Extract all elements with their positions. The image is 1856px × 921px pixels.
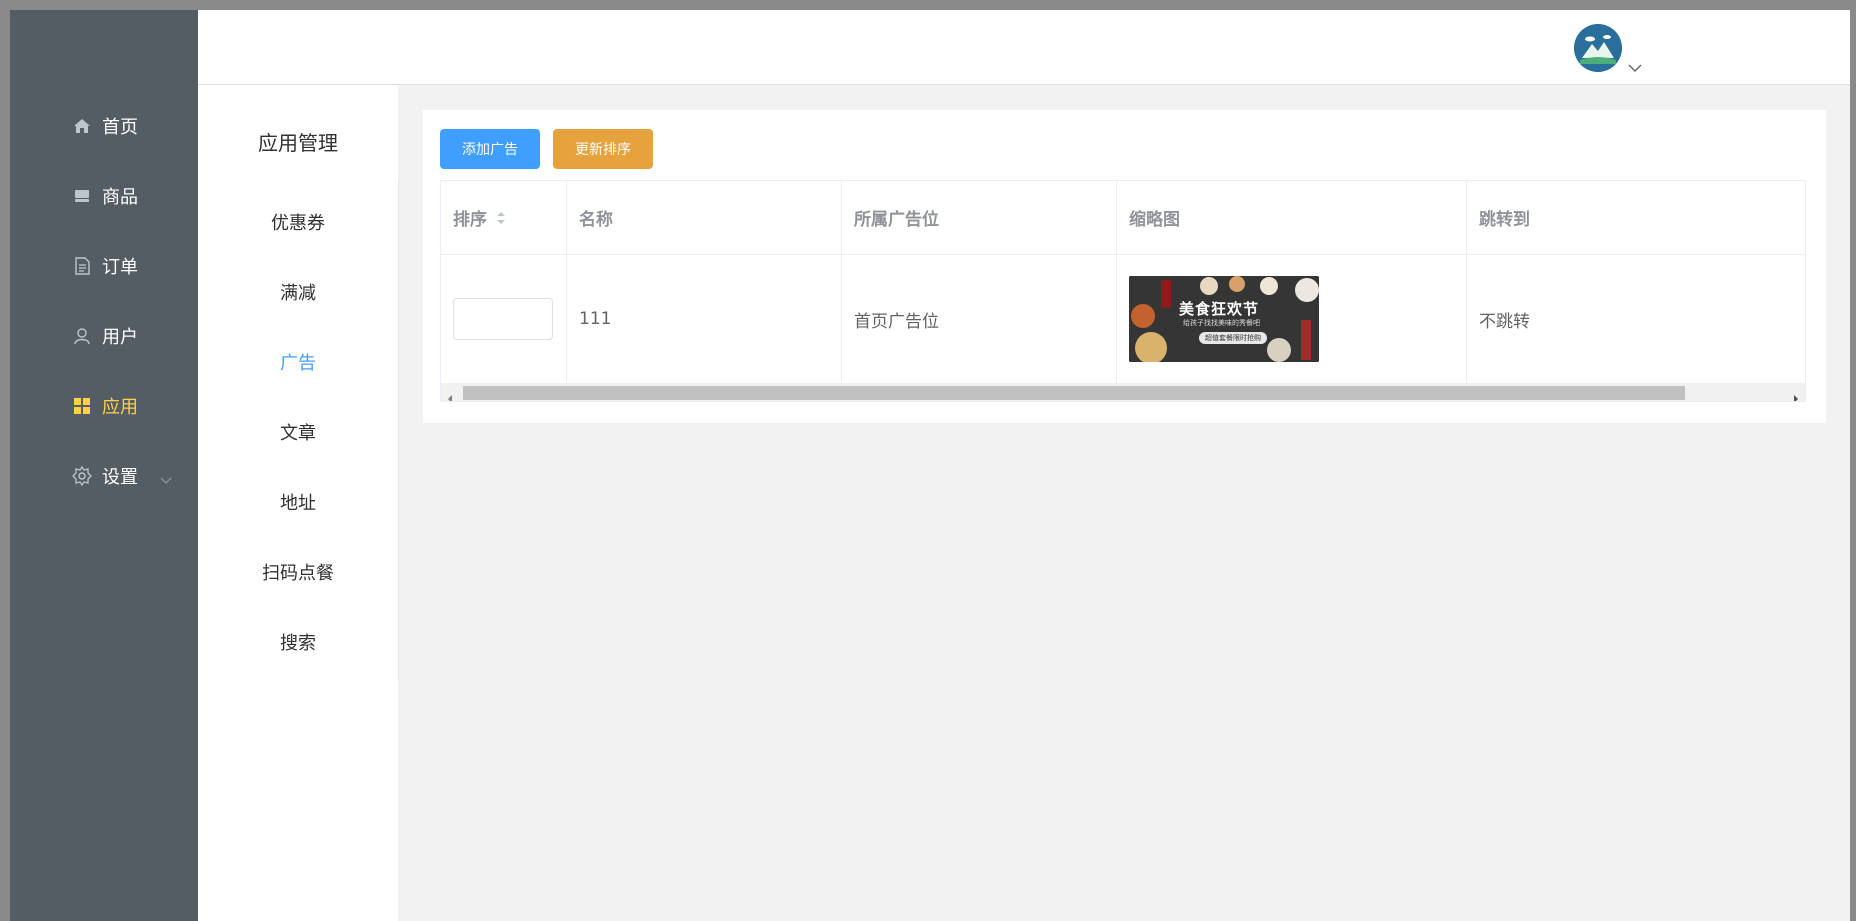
submenu-divider [398,180,399,680]
table-cell-sort [441,255,567,383]
submenu-item-ads[interactable]: 广告 [198,344,398,384]
home-icon [72,116,92,136]
gear-icon [72,466,92,486]
column-header-sort[interactable]: 排序 [441,181,567,255]
sidebar-item-label: 首页 [102,117,138,138]
user-icon [72,326,92,346]
scroll-left-arrow-icon[interactable] [447,388,453,401]
app-window: 首页 商品 订单 用户 应用 设置 应用管理 优惠券 满减 广告 文章 地址 扫… [10,10,1850,921]
sidebar-item-settings[interactable]: 设置 [10,451,198,501]
scroll-right-arrow-icon[interactable] [1793,388,1799,401]
sort-caret-icon[interactable] [495,210,507,226]
document-icon [72,256,92,276]
submenu-item-address[interactable]: 地址 [198,484,398,524]
sidebar-item-home[interactable]: 首页 [10,101,198,151]
column-header-thumbnail: 缩略图 [1117,181,1467,255]
submenu-item-scan-order[interactable]: 扫码点餐 [198,554,398,594]
submenu-item-discount[interactable]: 满减 [198,274,398,314]
sort-input[interactable] [453,298,553,340]
thumbnail-subtitle: 给孩子找找美味的秀餐吧 [1183,319,1260,327]
sidebar-item-label: 商品 [102,187,138,208]
table-cell-name: 111 [567,255,842,383]
table-cell-position: 首页广告位 [842,255,1117,383]
goods-icon [72,186,92,206]
ads-table: 排序 名称 所属广告位 缩略图 跳转到 111 首页广告位 美食狂欢节 给孩子找… [440,180,1806,402]
sidebar-item-users[interactable]: 用户 [10,311,198,361]
table-horizontal-scrollbar[interactable] [441,383,1805,401]
thumbnail-title: 美食狂欢节 [1179,300,1260,318]
avatar[interactable] [1574,24,1622,72]
chevron-down-icon [160,469,172,490]
submenu-item-coupon[interactable]: 优惠券 [198,204,398,244]
submenu-title: 应用管理 [258,131,338,155]
sidebar-item-apps[interactable]: 应用 [10,381,198,431]
sidebar-item-goods[interactable]: 商品 [10,171,198,221]
sidebar: 首页 商品 订单 用户 应用 设置 [10,10,198,921]
avatar-mountain-icon [1574,24,1622,72]
table-cell-jump: 不跳转 [1479,311,1530,332]
thumbnail-badge: 超值套餐限时抢购 [1199,332,1267,344]
ad-thumbnail[interactable]: 美食狂欢节 给孩子找找美味的秀餐吧 超值套餐限时抢购 [1129,276,1319,362]
sidebar-item-label: 设置 [102,467,138,488]
column-header-jump: 跳转到 [1467,181,1805,255]
submenu-item-search[interactable]: 搜索 [198,624,398,664]
column-header-name: 名称 [567,181,842,255]
update-sort-button[interactable]: 更新排序 [553,129,653,169]
user-menu-chevron-icon[interactable] [1628,58,1642,77]
sidebar-item-label: 用户 [102,327,138,348]
column-header-position: 所属广告位 [842,181,1117,255]
add-ad-button[interactable]: 添加广告 [440,129,540,169]
grid-icon [72,396,92,416]
scrollbar-thumb[interactable] [463,386,1685,400]
app-submenu: 应用管理 优惠券 满减 广告 文章 地址 扫码点餐 搜索 [198,85,398,921]
sidebar-item-label: 订单 [102,257,138,278]
ads-card: 添加广告 更新排序 排序 名称 所属广告位 缩略图 跳转到 111 首页广告位 [423,110,1826,423]
sidebar-item-orders[interactable]: 订单 [10,241,198,291]
table-cell-thumbnail: 美食狂欢节 给孩子找找美味的秀餐吧 超值套餐限时抢购 [1117,255,1467,383]
sidebar-item-label: 应用 [102,397,138,418]
submenu-item-articles[interactable]: 文章 [198,414,398,454]
